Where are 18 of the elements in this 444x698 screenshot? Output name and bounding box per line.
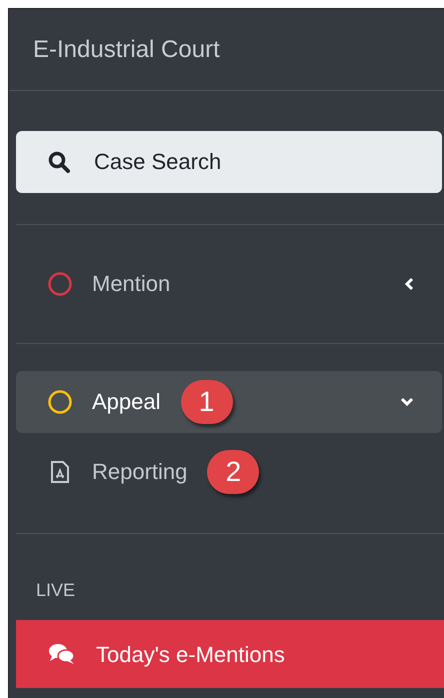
callout-badge: 1 (180, 380, 233, 424)
case-search-button[interactable]: Case Search (16, 130, 442, 192)
chevron-down-icon (400, 397, 414, 407)
callout-badge: 2 (207, 450, 260, 494)
nav-label: Today's e-Mentions (96, 640, 285, 669)
nav-label: Appeal (92, 391, 161, 413)
nav-item[interactable]: Appeal 1 (16, 371, 442, 433)
todays-e-mentions-item[interactable]: Today's e-Mentions (16, 620, 444, 688)
nav-label: Mention (92, 273, 170, 295)
app-title: E-Industrial Court (33, 34, 220, 64)
section-heading: LIVE (36, 579, 76, 602)
nav-item[interactable]: Mention (16, 253, 442, 315)
nav-label: Reporting (92, 461, 188, 483)
search-icon (48, 150, 70, 172)
chevron-left-icon (404, 277, 414, 291)
pdf-file-icon (50, 460, 70, 484)
nav-item[interactable]: Reporting 2 (16, 441, 442, 503)
chat-bubbles-icon (48, 642, 76, 666)
